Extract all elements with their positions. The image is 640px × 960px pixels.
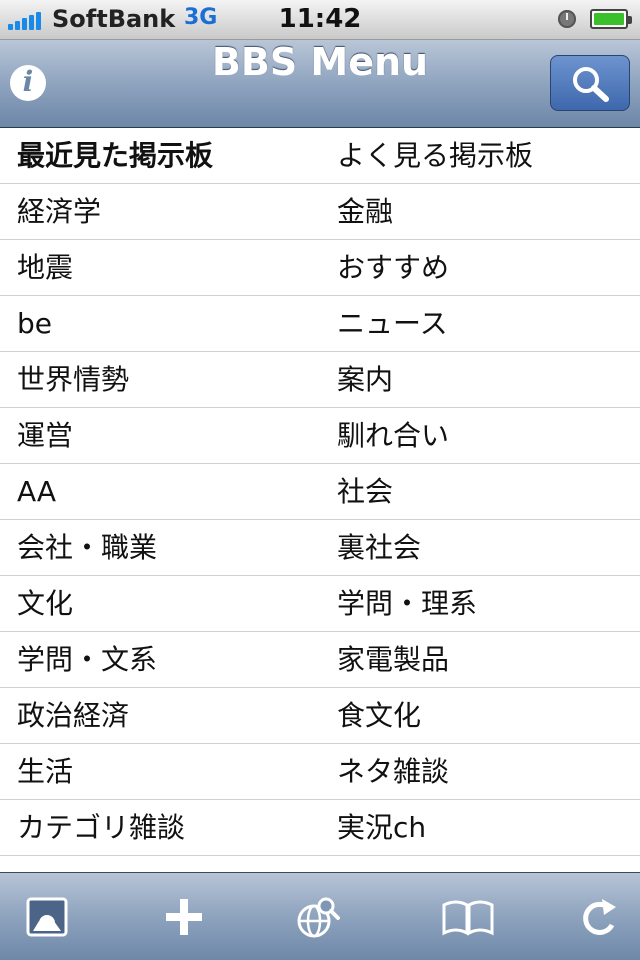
menu-item-right[interactable]: 馴れ合い: [337, 408, 627, 463]
navigation-bar: i BBS Menu: [0, 40, 640, 128]
menu-item-left[interactable]: 生活: [17, 744, 317, 799]
battery-icon: [590, 9, 632, 29]
menu-item-right[interactable]: ネタ雑談: [337, 744, 627, 799]
plus-icon: [166, 899, 202, 935]
menu-item-left[interactable]: 会社・職業: [17, 520, 317, 575]
menu-item-left[interactable]: 経済学: [17, 184, 317, 239]
menu-item-left[interactable]: be: [17, 296, 317, 351]
menu-item-left[interactable]: 最近見た掲示板: [17, 128, 317, 183]
menu-item-right[interactable]: おすすめ: [337, 240, 627, 295]
menu-row: 最近見た掲示板 よく見る掲示板: [0, 128, 640, 184]
menu-item-left[interactable]: 文化: [17, 576, 317, 631]
alarm-clock-icon: [558, 10, 576, 28]
status-time: 11:42: [278, 4, 362, 34]
gallery-button[interactable]: [20, 889, 76, 945]
menu-item-right[interactable]: 社会: [337, 464, 627, 519]
menu-item-left[interactable]: 地震: [17, 240, 317, 295]
menu-item-left[interactable]: 政治経済: [17, 688, 317, 743]
bottom-toolbar: [0, 872, 640, 960]
add-button[interactable]: [156, 889, 212, 945]
reload-button[interactable]: [572, 889, 628, 945]
menu-row: 地震 おすすめ: [0, 240, 640, 296]
menu-item-left[interactable]: AA: [17, 464, 317, 519]
menu-row: 政治経済 食文化: [0, 688, 640, 744]
menu-item-left[interactable]: カテゴリ雑談: [17, 800, 317, 855]
menu-row: be ニュース: [0, 296, 640, 352]
web-search-button[interactable]: [290, 889, 346, 945]
bookmarks-button[interactable]: [440, 889, 496, 945]
bookmarks-icon: [442, 900, 494, 936]
menu-item-left[interactable]: 運営: [17, 408, 317, 463]
menu-item-left[interactable]: 学問・文系: [17, 632, 317, 687]
page-title: BBS Menu: [211, 40, 429, 84]
menu-row: 会社・職業 裏社会: [0, 520, 640, 576]
status-bar: SoftBank 3G 11:42: [0, 0, 640, 40]
menu-item-right[interactable]: 金融: [337, 184, 627, 239]
menu-row: 経済学 金融: [0, 184, 640, 240]
menu-row: 学問・文系 家電製品: [0, 632, 640, 688]
menu-row: 文化 学問・理系: [0, 576, 640, 632]
gallery-icon: [26, 897, 68, 937]
menu-item-right[interactable]: 裏社会: [337, 520, 627, 575]
menu-item-right[interactable]: 案内: [337, 352, 627, 407]
menu-item-right[interactable]: ニュース: [337, 296, 627, 351]
menu-item-right[interactable]: 家電製品: [337, 632, 627, 687]
menu-item-right[interactable]: 実況ch: [337, 800, 627, 855]
battery-level: [594, 13, 624, 25]
menu-item-right[interactable]: よく見る掲示板: [337, 128, 627, 183]
search-button[interactable]: [550, 55, 630, 111]
menu-row: 世界情勢 案内: [0, 352, 640, 408]
menu-item-left[interactable]: 世界情勢: [17, 352, 317, 407]
menu-item-right[interactable]: 食文化: [337, 688, 627, 743]
globe-search-icon: [297, 897, 340, 938]
reload-icon: [583, 899, 616, 935]
menu-row: AA 社会: [0, 464, 640, 520]
menu-row: 生活 ネタ雑談: [0, 744, 640, 800]
search-icon: [573, 67, 609, 102]
menu-row: カテゴリ雑談 実況ch: [0, 800, 640, 856]
menu-item-right[interactable]: 学問・理系: [337, 576, 627, 631]
bbs-menu-list: 最近見た掲示板 よく見る掲示板 経済学 金融 地震 おすすめ be ニュース 世界情勢 案内 運営馴…: [0, 128, 640, 872]
menu-row: 運営 馴れ合い: [0, 408, 640, 464]
